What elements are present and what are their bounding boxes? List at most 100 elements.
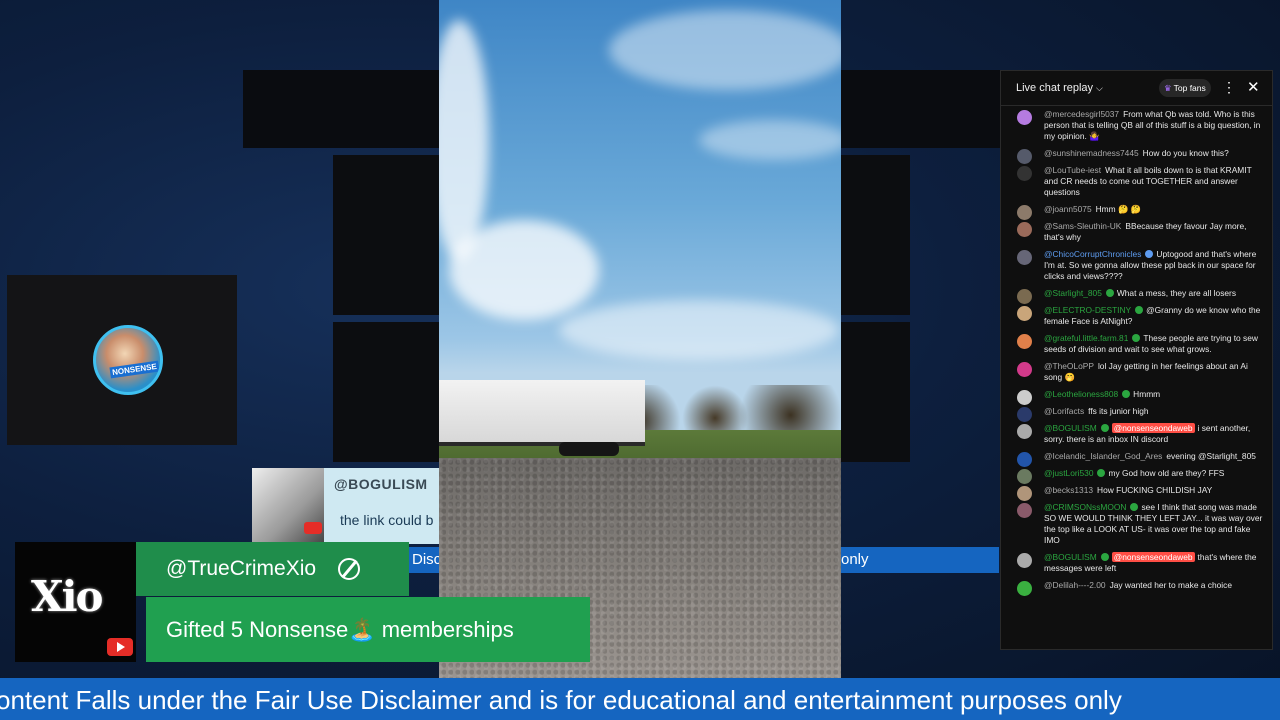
chat-username[interactable]: @Icelandic_Islander_God_Ares [1044, 451, 1162, 461]
chat-message[interactable]: @Icelandic_Islander_God_Ares evening @Sta… [1001, 451, 1272, 467]
chat-text: ffs its junior high [1088, 406, 1149, 416]
member-badge-icon [1135, 306, 1144, 314]
trailer-wheels [559, 442, 619, 456]
chat-mention: @nonsenseondaweb [1111, 423, 1195, 433]
chat-username[interactable]: @sunshinemadness7445 [1044, 148, 1139, 158]
chat-message[interactable]: @joann5075 Hmm 🤔 🤔 [1001, 204, 1272, 220]
chat-avatar[interactable] [1017, 581, 1032, 596]
chat-message-list[interactable]: @mercedesgirl5037 From what Qb was told. … [1001, 107, 1272, 596]
chat-username[interactable]: @mercedesgirl5037 [1044, 109, 1119, 119]
truck-trailer [439, 380, 645, 446]
youtube-icon [304, 522, 322, 534]
chat-avatar[interactable] [1017, 110, 1032, 125]
chat-text: evening @Starlight_805 [1166, 451, 1256, 461]
disclaimer-ticker: ontent Falls under the Fair Use Disclaim… [0, 678, 1280, 720]
chat-avatar[interactable] [1017, 334, 1032, 349]
chat-message[interactable]: @CRIMSONssMOON see I think that song was … [1001, 502, 1272, 546]
live-chat-panel: Live chat replay ⌵ ♛ Top fans ⋮ ✕ @mercede… [1000, 70, 1273, 650]
cloud [609, 10, 841, 90]
chat-avatar[interactable] [1017, 149, 1032, 164]
more-options-icon[interactable]: ⋮ [1222, 79, 1236, 96]
gift-user-banner: @TrueCrimeXio [136, 542, 409, 596]
chat-message[interactable]: @mercedesgirl5037 From what Qb was told. … [1001, 109, 1272, 142]
chat-avatar[interactable] [1017, 362, 1032, 377]
chat-username[interactable]: @grateful.little.farm.81 [1044, 333, 1128, 343]
cloud [449, 220, 599, 320]
chat-username[interactable]: @joann5075 [1044, 204, 1092, 214]
channel-avatar-box: NONSENSE [7, 275, 237, 445]
chat-message[interactable]: @sunshinemadness7445 How do you know this… [1001, 148, 1272, 164]
chat-message[interactable]: @LouTube-iest What it all boils down to i… [1001, 165, 1272, 198]
chat-mode-dropdown[interactable]: Live chat replay ⌵ [1016, 82, 1103, 94]
avatar-tag: NONSENSE [109, 360, 160, 379]
chat-avatar[interactable] [1017, 390, 1032, 405]
chat-message[interactable]: @Delilah----2.00 Jay wanted her to make a… [1001, 580, 1272, 596]
background-panel [333, 322, 453, 462]
comment-text: the link could b [340, 512, 434, 528]
chat-username[interactable]: @LouTube-iest [1044, 165, 1101, 175]
chat-username[interactable]: @Starlight_805 [1044, 288, 1102, 298]
chat-message[interactable]: @justLori530 my God how old are they? FFS [1001, 468, 1272, 484]
chat-username[interactable]: @ELECTRO-DESTINY [1044, 305, 1131, 315]
chat-avatar[interactable] [1017, 424, 1032, 439]
video-player[interactable] [439, 0, 841, 678]
member-badge-icon [1105, 289, 1114, 297]
ticker-text: ontent Falls under the Fair Use Disclaim… [0, 685, 1122, 715]
chat-mention: @nonsenseondaweb [1111, 552, 1195, 562]
chat-text: Hmmm [1133, 389, 1161, 399]
chat-username[interactable]: @Leothelioness808 [1044, 389, 1118, 399]
channel-avatar: NONSENSE [93, 325, 163, 395]
chat-avatar[interactable] [1017, 503, 1032, 518]
chat-avatar[interactable] [1017, 306, 1032, 321]
cloud [559, 300, 839, 360]
chat-message[interactable]: @TheOLoPP lol Jay getting in her feelings… [1001, 361, 1272, 383]
comment-user: @BOGULISM [334, 476, 428, 492]
chat-username[interactable]: @Delilah----2.00 [1044, 580, 1106, 590]
chat-message[interactable]: @BOGULISM @nonsenseondaweb i sent another,… [1001, 423, 1272, 445]
chat-message[interactable]: @Starlight_805 What a mess, they are all … [1001, 288, 1272, 304]
member-badge-icon [1130, 503, 1139, 511]
chat-message[interactable]: @Lorifacts ffs its junior high [1001, 406, 1272, 422]
chat-header: Live chat replay ⌵ ♛ Top fans ⋮ ✕ [1001, 71, 1272, 106]
gift-message: Gifted 5 Nonsense🏝️ memberships [166, 617, 514, 642]
chat-avatar[interactable] [1017, 553, 1032, 568]
member-badge-icon [1100, 424, 1109, 432]
member-badge-icon [1100, 553, 1109, 561]
chat-text: Hmm 🤔 🤔 [1095, 204, 1142, 214]
chat-message[interactable]: @Leothelioness808 Hmmm [1001, 389, 1272, 405]
chat-avatar[interactable] [1017, 407, 1032, 422]
chat-avatar[interactable] [1017, 205, 1032, 220]
chat-message[interactable]: @ELECTRO-DESTINY @Granny do we know who t… [1001, 305, 1272, 327]
chat-avatar[interactable] [1017, 452, 1032, 467]
chat-message[interactable]: @becks1313 How FUCKING CHILDISH JAY [1001, 485, 1272, 501]
top-fans-button[interactable]: ♛ Top fans [1159, 79, 1211, 97]
close-icon[interactable]: ✕ [1247, 78, 1260, 96]
chat-avatar[interactable] [1017, 222, 1032, 237]
chat-username[interactable]: @CRIMSONssMOON [1044, 502, 1126, 512]
chat-username[interactable]: @BOGULISM [1044, 423, 1097, 433]
cloud [699, 120, 841, 160]
chat-avatar[interactable] [1017, 289, 1032, 304]
featured-comment-card: @BOGULISM the link could b [252, 468, 440, 544]
chat-username[interactable]: @justLori530 [1044, 468, 1093, 478]
chat-username[interactable]: @BOGULISM [1044, 552, 1097, 562]
chat-message[interactable]: @Sams-Sleuthin-UK BBecause they favour Ja… [1001, 221, 1272, 243]
chat-username[interactable]: @Lorifacts [1044, 406, 1084, 416]
chat-message[interactable]: @ChicoCorruptChronicles Uptogood and that… [1001, 249, 1272, 282]
chat-avatar[interactable] [1017, 469, 1032, 484]
background-panel [840, 322, 910, 462]
chat-avatar[interactable] [1017, 250, 1032, 265]
chat-username[interactable]: @becks1313 [1044, 485, 1093, 495]
chat-avatar[interactable] [1017, 166, 1032, 181]
chat-avatar[interactable] [1017, 486, 1032, 501]
disclaimer-strip-right: only [841, 547, 999, 573]
member-badge-icon [1122, 390, 1131, 398]
chat-username[interactable]: @Sams-Sleuthin-UK [1044, 221, 1121, 231]
member-badge-icon [1097, 469, 1106, 477]
chat-message[interactable]: @BOGULISM @nonsenseondaweb that's where th… [1001, 552, 1272, 574]
chat-username[interactable]: @ChicoCorruptChronicles [1044, 249, 1141, 259]
chat-username[interactable]: @TheOLoPP [1044, 361, 1094, 371]
chat-text: my God how old are they? FFS [1108, 468, 1225, 478]
chat-message[interactable]: @grateful.little.farm.81 These people are… [1001, 333, 1272, 355]
cloud [439, 20, 489, 260]
